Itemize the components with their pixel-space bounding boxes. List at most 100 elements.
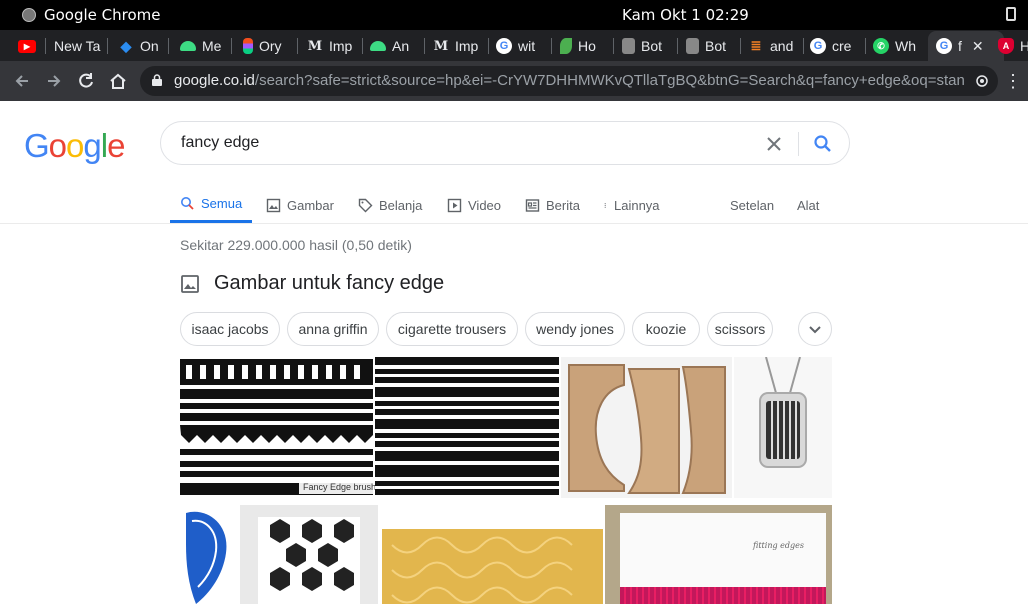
browser-tab-9[interactable]: Ho: [560, 34, 608, 58]
border-pattern-image: [375, 357, 559, 495]
news-icon: [525, 198, 540, 212]
tab-title: An: [392, 38, 410, 54]
os-app-menu[interactable]: Google Chrome: [22, 6, 161, 24]
tab-title: f: [958, 38, 962, 54]
browser-tab-6[interactable]: An: [370, 34, 418, 58]
search-input[interactable]: [181, 132, 741, 154]
tab-separator: [424, 38, 425, 54]
browser-tab-strip: ▶ New Ta ◆ On Me Ory M Imp An M Imp G wi…: [0, 30, 1028, 61]
tab-news[interactable]: Berita: [525, 185, 580, 223]
browser-tab-11[interactable]: Bot: [686, 34, 734, 58]
tab-separator: [488, 38, 489, 54]
chip-scissors[interactable]: scissors: [707, 312, 773, 346]
back-button[interactable]: [12, 71, 32, 91]
chip-koozie[interactable]: koozie: [632, 312, 700, 346]
more-vertical-icon: [604, 202, 606, 208]
forward-button[interactable]: [44, 71, 64, 91]
medium-icon: M: [307, 38, 323, 54]
browser-tab-8[interactable]: G wit: [496, 34, 546, 58]
chip-isaac-jacobs[interactable]: isaac jacobs: [180, 312, 280, 346]
images-heading: Gambar untuk fancy edge: [214, 272, 445, 294]
battery-icon[interactable]: [1006, 7, 1016, 21]
image-caption: Fancy Edge brushes: [299, 480, 377, 494]
tab-label: Berita: [546, 197, 580, 213]
image-result-8[interactable]: fitting edges: [605, 505, 832, 604]
tab-separator: [107, 38, 108, 54]
image-icon: [181, 274, 199, 293]
chrome-icon: [22, 8, 36, 22]
tab-title: wit: [518, 38, 536, 54]
os-clock[interactable]: Kam Okt 1 02:29: [622, 6, 749, 24]
browser-tab-2[interactable]: ◆ On: [118, 34, 164, 58]
browser-tab-12[interactable]: ≣ and: [748, 34, 798, 58]
tab-more[interactable]: Lainnya: [604, 185, 660, 223]
image-result-1[interactable]: [180, 357, 373, 498]
tab-label: Gambar: [287, 197, 334, 213]
reload-icon: [79, 73, 93, 88]
tab-separator: [297, 38, 298, 54]
image-result-7[interactable]: [382, 505, 603, 604]
close-tab-icon[interactable]: ✕: [972, 38, 984, 55]
arrow-left-icon: [15, 75, 28, 87]
image-result-5[interactable]: [180, 505, 238, 604]
google-logo[interactable]: Google: [24, 127, 125, 165]
search-box: [160, 121, 850, 165]
tab-separator: [613, 38, 614, 54]
book-icon: [622, 38, 635, 54]
chip-anna-griffin[interactable]: anna griffin: [287, 312, 379, 346]
browser-tab-13[interactable]: G cre: [810, 34, 860, 58]
tab-title: Bot: [705, 38, 727, 54]
chip-cigarette-trousers[interactable]: cigarette trousers: [386, 312, 518, 346]
tab-shopping[interactable]: Belanja: [358, 185, 422, 223]
browser-tab-3[interactable]: Me: [180, 34, 226, 58]
tab-videos[interactable]: Video: [447, 185, 501, 223]
tab-title: New Ta: [54, 38, 101, 54]
lock-icon[interactable]: [152, 74, 162, 86]
leaf-icon: [560, 38, 572, 54]
images-section-header[interactable]: Gambar untuk fancy edge: [180, 272, 444, 295]
image-result-3[interactable]: [561, 357, 732, 498]
blue-lace-image: [186, 511, 227, 604]
google-icon: G: [496, 38, 512, 54]
reload-button[interactable]: [76, 71, 96, 91]
tab-title: Ho: [578, 38, 596, 54]
browser-tab-active[interactable]: G f ✕: [928, 31, 1004, 61]
browser-tab-5[interactable]: M Imp: [307, 34, 359, 58]
card-text: fitting edges: [753, 541, 804, 550]
browser-tab-16[interactable]: A H: [998, 34, 1028, 58]
chrome-menu-icon[interactable]: ⋮: [1004, 71, 1022, 92]
browser-tab-7[interactable]: M Imp: [433, 34, 485, 58]
settings-link[interactable]: Setelan: [730, 185, 774, 223]
search-icon[interactable]: [813, 134, 833, 154]
tools-link[interactable]: Alat: [797, 185, 819, 223]
browser-tab-0[interactable]: ▶: [18, 34, 42, 58]
home-button[interactable]: [108, 71, 128, 91]
yellow-pattern-image: [382, 529, 603, 604]
url-text[interactable]: google.co.id/search?safe=strict&source=h…: [174, 72, 964, 89]
tab-title: cre: [832, 38, 852, 54]
browser-tab-4[interactable]: Ory: [243, 34, 291, 58]
tab-all[interactable]: Semua: [170, 185, 253, 223]
browser-tab-10[interactable]: Bot: [622, 34, 672, 58]
angular-icon: A: [998, 38, 1014, 54]
image-result-4[interactable]: [734, 357, 832, 498]
tab-title: Me: [202, 38, 222, 54]
location-target-icon[interactable]: [974, 73, 990, 89]
image-result-2[interactable]: [375, 357, 559, 498]
browser-toolbar: google.co.id/search?safe=strict&source=h…: [0, 61, 1028, 101]
more-chips-button[interactable]: [798, 312, 832, 346]
tab-separator: [865, 38, 866, 54]
url-path: /search?safe=strict&source=hp&ei=-CrYW7D…: [254, 72, 964, 89]
image-result-6[interactable]: [240, 505, 378, 604]
hexagon-pattern-image: [258, 517, 360, 604]
figma-icon: [243, 38, 253, 54]
chip-wendy-jones[interactable]: wendy jones: [525, 312, 625, 346]
browser-tab-1[interactable]: New Ta: [54, 34, 104, 58]
browser-tab-14[interactable]: ✆ Wh: [873, 34, 923, 58]
result-stats: Sekitar 229.000.000 hasil (0,50 detik): [180, 237, 412, 253]
address-bar[interactable]: google.co.id/search?safe=strict&source=h…: [140, 66, 998, 96]
image-icon: [266, 198, 281, 212]
clear-icon[interactable]: [764, 134, 784, 154]
pendant-image: [759, 357, 807, 468]
tab-images[interactable]: Gambar: [266, 185, 334, 223]
